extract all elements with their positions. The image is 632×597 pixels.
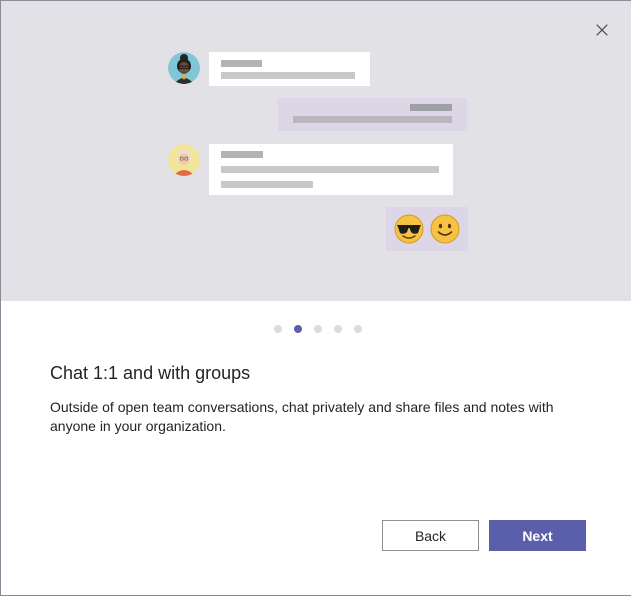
emoji-message-bubble	[386, 207, 468, 251]
onboarding-dialog: Chat 1:1 and with groups Outside of open…	[0, 0, 631, 596]
incoming-message-bubble	[209, 52, 370, 86]
outgoing-message-bubble	[278, 98, 467, 131]
carousel-pagination	[1, 324, 631, 334]
next-button[interactable]: Next	[489, 520, 586, 551]
carousel-dot-5[interactable]	[354, 325, 362, 333]
close-button[interactable]	[591, 19, 613, 41]
sunglasses-emoji-icon	[394, 214, 424, 244]
carousel-dot-3[interactable]	[314, 325, 322, 333]
carousel-dot-2-active[interactable]	[294, 325, 302, 333]
avatar-icon	[168, 52, 200, 84]
back-button[interactable]: Back	[382, 520, 479, 551]
smiley-emoji-icon	[430, 214, 460, 244]
close-icon	[596, 24, 608, 36]
chat-illustration	[1, 1, 631, 301]
carousel-dot-4[interactable]	[334, 325, 342, 333]
incoming-message-bubble	[209, 144, 453, 195]
carousel-dot-1[interactable]	[274, 325, 282, 333]
dialog-description: Outside of open team conversations, chat…	[50, 399, 554, 434]
dialog-title: Chat 1:1 and with groups	[50, 363, 251, 383]
avatar-icon	[168, 144, 200, 176]
